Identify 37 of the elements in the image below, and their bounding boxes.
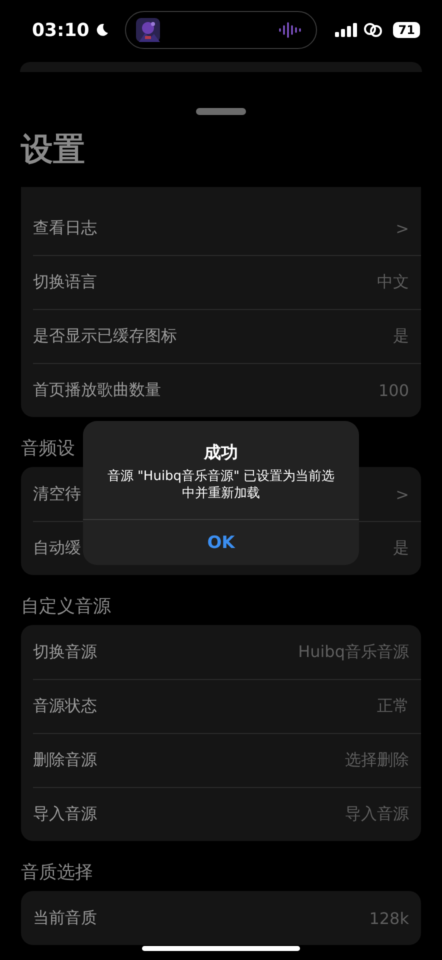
section-header: 音质选择 xyxy=(21,861,93,885)
setting-label[interactable]: 音源状态 xyxy=(33,696,97,717)
dialog-title: 成功 xyxy=(204,442,238,464)
section-header: 自定义音源 xyxy=(21,595,111,619)
setting-value[interactable]: 正常 xyxy=(377,696,409,717)
setting-label[interactable]: 查看日志 xyxy=(33,218,97,238)
setting-value[interactable]: > xyxy=(396,218,409,238)
setting-value[interactable]: 100 xyxy=(378,381,409,400)
setting-value[interactable]: 是 xyxy=(393,538,409,559)
setting-value[interactable]: 选择删除 xyxy=(345,750,409,771)
moon-icon xyxy=(95,23,110,37)
setting-label[interactable]: 首页播放歌曲数量 xyxy=(33,380,161,401)
setting-value[interactable]: 128k xyxy=(369,908,409,928)
dynamic-island[interactable] xyxy=(125,11,318,49)
setting-label[interactable]: 导入音源 xyxy=(33,804,97,825)
setting-value[interactable]: Huibq音乐音源 xyxy=(298,642,409,662)
battery-indicator: 71 xyxy=(393,22,420,38)
ok-button[interactable]: OK xyxy=(83,519,359,565)
setting-label[interactable]: 切换音源 xyxy=(33,642,97,662)
setting-label[interactable]: 清空待 xyxy=(33,484,81,504)
setting-value[interactable]: 导入音源 xyxy=(345,804,409,825)
dialog-message: 音源 "Huibq音乐音源" 已设置为当前选中并重新加载 xyxy=(107,468,335,502)
setting-label[interactable]: 自动缓 xyxy=(33,538,81,559)
setting-label[interactable]: 当前音质 xyxy=(33,908,97,928)
setting-label[interactable]: 是否显示已缓存图标 xyxy=(33,326,177,347)
link-icon xyxy=(363,22,384,38)
waveform-icon xyxy=(278,22,302,38)
setting-value[interactable]: > xyxy=(396,484,409,504)
drag-handle[interactable] xyxy=(196,108,246,115)
signal-icon xyxy=(335,23,358,37)
section-header: 音频设 xyxy=(21,437,75,461)
setting-value[interactable]: 是 xyxy=(393,326,409,347)
setting-label[interactable]: 删除音源 xyxy=(33,750,97,771)
setting-label[interactable]: 切换语言 xyxy=(33,272,97,293)
setting-value[interactable]: 中文 xyxy=(377,272,409,293)
status-time: 03:10 xyxy=(32,20,90,40)
page-title: 设置 xyxy=(21,129,86,169)
